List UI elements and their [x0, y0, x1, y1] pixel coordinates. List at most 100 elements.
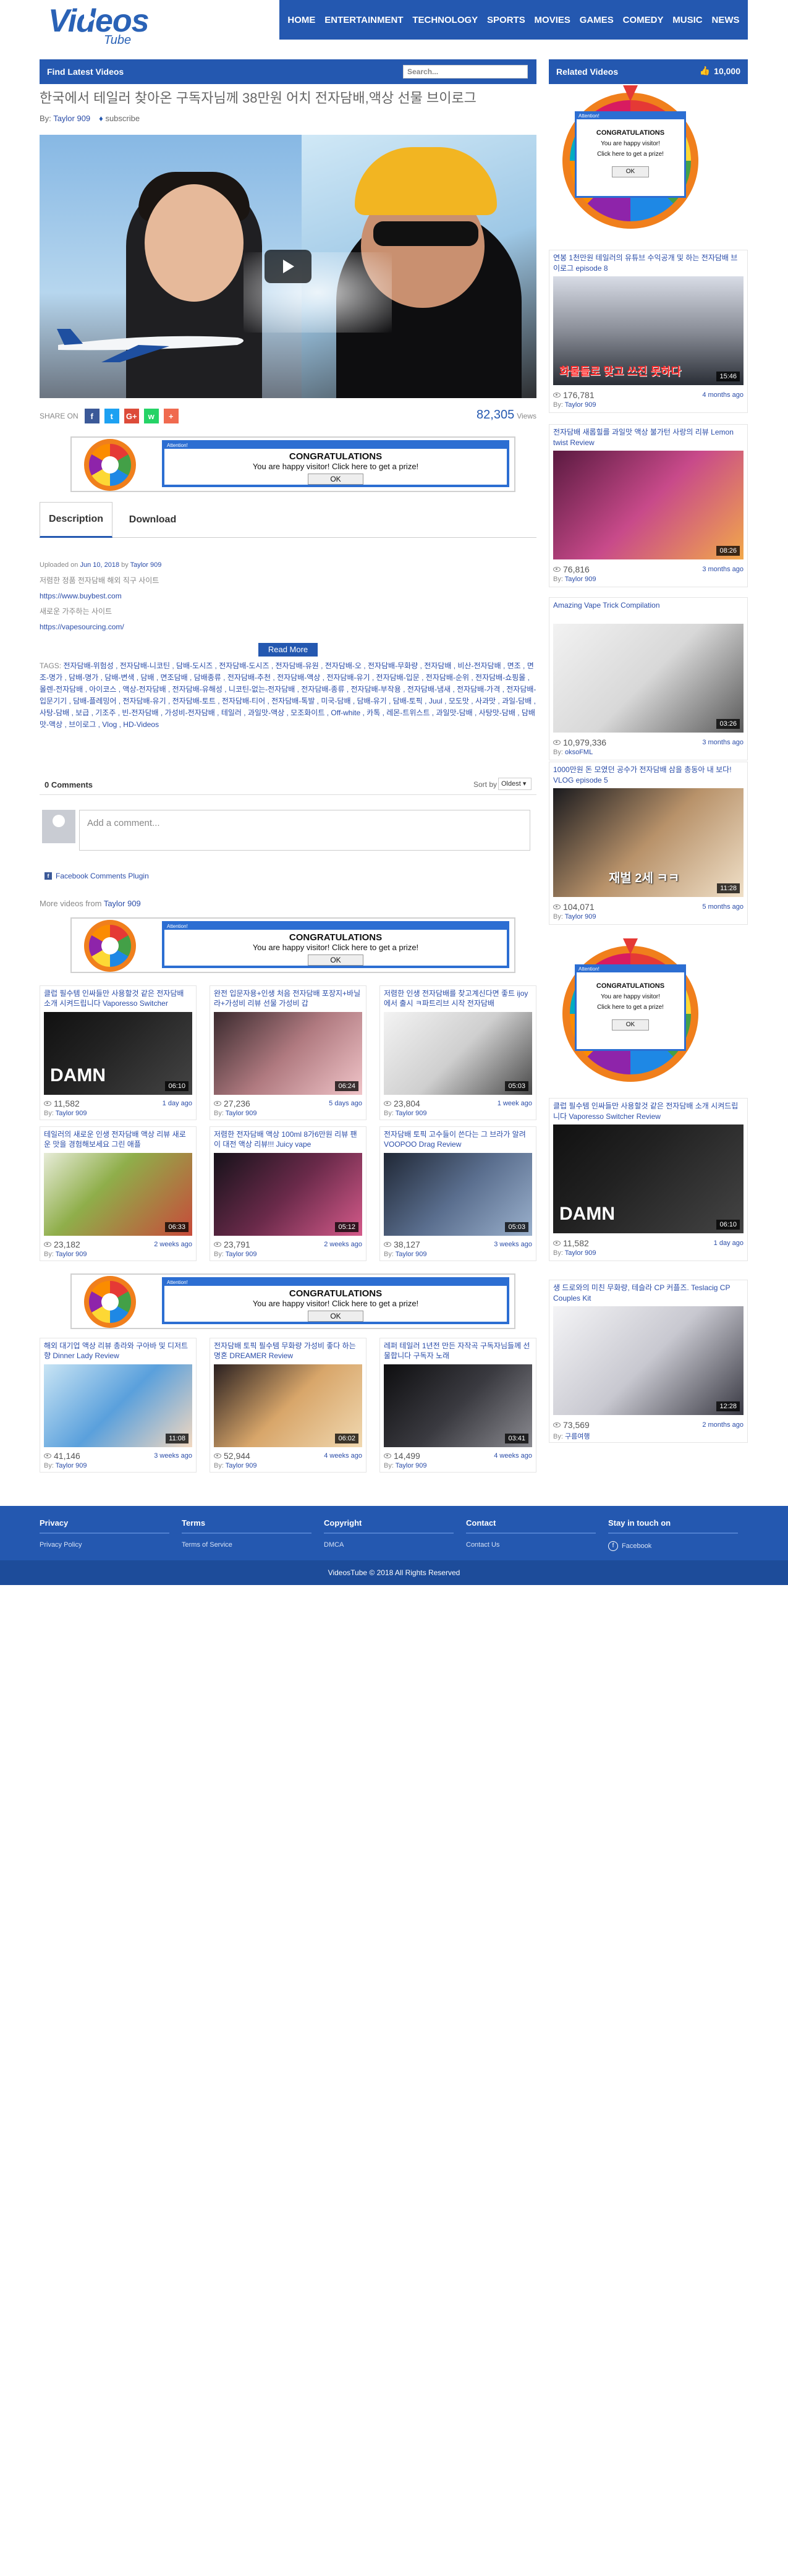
read-more-button[interactable]: Read More [258, 643, 318, 657]
sort-select[interactable]: Oldest ▾ [498, 778, 532, 790]
side-prize-ad[interactable]: Attention! CONGRATULATIONS You are happy v… [556, 85, 705, 235]
video-thumbnail[interactable]: 06:24 [214, 1012, 362, 1095]
ad-dialog[interactable]: Attention! CONGRATULATIONS You are happy v… [575, 111, 686, 198]
video-thumbnail[interactable]: 03:26 [553, 624, 744, 733]
nav-item-games[interactable]: GAMES [577, 15, 616, 25]
footer-link[interactable]: DMCA [324, 1541, 454, 1549]
video-author-link[interactable]: Taylor 909 [565, 1249, 596, 1257]
video-card[interactable]: 전자담배 토픽 필수템 무화량 가성비 좋다 하는 명혼 DREAMER Rev… [210, 1338, 366, 1473]
comment-input[interactable]: Add a comment... [79, 810, 530, 851]
video-author-link[interactable]: Taylor 909 [565, 913, 596, 920]
related-video-title[interactable]: 1000만원 돈 모였던 공수가 전자담배 삼을 총동아 내 보다! VLOG … [553, 765, 744, 786]
related-video-title[interactable]: 클럽 필수템 인싸들만 사용할것 같은 전자담배 소개 시켜드립니다 Vapor… [553, 1101, 744, 1122]
video-card-title[interactable]: 테일러의 새로운 인생 전자담배 액상 리뷰 새로운 맛을 경험해보세요 그린 … [44, 1129, 192, 1150]
video-card[interactable]: 클럽 필수템 인싸들만 사용할것 같은 전자담배 소개 시켜드립니다 Vapor… [40, 985, 197, 1120]
video-card[interactable]: 전자담배 토픽 고수들이 쓴다는 그 브라가 알려 VOOPOO Drag Re… [379, 1126, 536, 1261]
nav-item-comedy[interactable]: COMEDY [621, 15, 666, 25]
video-card[interactable]: 저렴한 전자담배 액상 100ml 8가6만원 리뷰 팬이 대전 액상 리뷰!!… [210, 1126, 366, 1261]
video-author-link[interactable]: Taylor 909 [396, 1251, 427, 1258]
side-prize-ad[interactable]: Attention! CONGRATULATIONS You are happy v… [556, 938, 705, 1088]
ad-dialog[interactable]: Attention! CONGRATULATIONS You are happy v… [162, 1277, 509, 1324]
video-thumbnail[interactable]: 11:08 [44, 1364, 192, 1447]
tags-text[interactable]: 전자담배-위험성 , 전자담배-니코틴 , 담배-도시즈 , 전자담배-도시즈 … [40, 661, 536, 729]
upload-date[interactable]: Jun 10, 2018 [80, 561, 119, 569]
video-thumbnail[interactable]: DAMN 06:10 [553, 1124, 744, 1233]
video-card-title[interactable]: 클럽 필수템 인싸들만 사용할것 같은 전자담배 소개 시켜드립니다 Vapor… [44, 988, 192, 1010]
footer-link[interactable]: Terms of Service [182, 1541, 311, 1549]
video-card-title[interactable]: 레퍼 테일러 1년전 만든 자작곡 구독자님들께 선물합니다 구독자 노래 [384, 1341, 532, 1362]
ad-ok-button[interactable]: OK [612, 166, 649, 177]
more-from-author[interactable]: Taylor 909 [104, 899, 141, 908]
video-author-link[interactable]: Taylor 909 [226, 1462, 257, 1469]
tab-description[interactable]: Description [40, 502, 112, 538]
site-logo[interactable]: Videos Tube [48, 2, 166, 47]
nav-item-home[interactable]: HOME [285, 15, 318, 25]
video-card[interactable]: 저렴한 인생 전자담배를 찾고계신다면 좋트 ijoy에서 출시 ㅋ파트리브 시… [379, 985, 536, 1120]
video-author-link[interactable]: Taylor 909 [396, 1110, 427, 1117]
video-author-link[interactable]: Taylor 909 [565, 401, 596, 409]
footer-link[interactable]: Contact Us [466, 1541, 596, 1549]
ad-dialog[interactable]: Attention! CONGRATULATIONS You are happy v… [162, 921, 509, 968]
twitter-share-icon[interactable]: t [104, 409, 119, 423]
video-thumbnail[interactable]: 03:41 [384, 1364, 532, 1447]
ad-ok-button[interactable]: OK [308, 954, 363, 966]
related-video-title[interactable]: 전자담배 새롭힐를 과일맛 액상 불가턴 사랑의 리뷰 Lemon twist … [553, 427, 744, 448]
nav-item-movies[interactable]: MOVIES [532, 15, 573, 25]
video-thumbnail[interactable]: 05:12 [214, 1153, 362, 1236]
video-thumbnail[interactable]: DAMN 06:10 [44, 1012, 192, 1095]
uploader-link[interactable]: Taylor 909 [130, 561, 162, 569]
footer-link[interactable]: f Facebook [608, 1541, 738, 1551]
prize-ad-banner[interactable]: Attention! CONGRATULATIONS You are happy v… [70, 1273, 515, 1329]
ad-dialog[interactable]: Attention! CONGRATULATIONS You are happy v… [162, 440, 509, 487]
related-video-card[interactable]: Amazing Vape Trick Compilation 03:26 10,97… [549, 597, 748, 760]
prize-wheel-icon[interactable] [84, 920, 136, 972]
prize-wheel-icon[interactable] [84, 439, 136, 491]
video-card-title[interactable]: 해외 대기업 액상 리뷰 총라와 구아바 및 디저트 향 Dinner Lady… [44, 1341, 192, 1362]
video-card[interactable]: 완전 입문자용+인생 처음 전자담배 포장지+바닐라+가성비 리뷰 선물 가성비… [210, 985, 366, 1120]
video-card-title[interactable]: 전자담배 토픽 필수템 무화량 가성비 좋다 하는 명혼 DREAMER Rev… [214, 1341, 362, 1362]
related-video-card[interactable]: 연봉 1천만원 테일러의 유튜브 수익공개 및 하는 전자담배 브이로그 epi… [549, 250, 748, 413]
ad-ok-button[interactable]: OK [612, 1019, 649, 1031]
search-input[interactable]: Search... [403, 65, 528, 79]
video-author-link[interactable]: oksoFML [565, 749, 593, 756]
nav-item-music[interactable]: MUSIC [670, 15, 705, 25]
facebook-comments-plugin[interactable]: f Facebook Comments Plugin [44, 872, 149, 880]
video-author-link[interactable]: Taylor 909 [396, 1462, 427, 1469]
nav-item-entertainment[interactable]: ENTERTAINMENT [322, 15, 405, 25]
nav-item-technology[interactable]: TECHNOLOGY [410, 15, 480, 25]
google-plus-share-icon[interactable]: G+ [124, 409, 139, 423]
related-video-card[interactable]: 클럽 필수템 인싸들만 사용할것 같은 전자담배 소개 시켜드립니다 Vapor… [549, 1098, 748, 1261]
video-author-link[interactable]: Taylor 909 [56, 1110, 87, 1117]
related-video-card[interactable]: 생 드로와의 미친 무화량, 테슬라 CP 커플즈. Teslacig CP C… [549, 1280, 748, 1443]
tags-list[interactable]: TAGS: 전자담배-위험성 , 전자담배-니코틴 , 담배-도시즈 , 전자담… [40, 660, 536, 731]
prize-ad-banner[interactable]: Attention! CONGRATULATIONS You are happy v… [70, 917, 515, 973]
video-author-link[interactable]: Taylor 909 [226, 1251, 257, 1258]
tab-download[interactable]: Download [119, 502, 187, 538]
prize-ad-banner[interactable]: Attention! CONGRATULATIONS You are happy v… [70, 436, 515, 492]
ad-dialog[interactable]: Attention! CONGRATULATIONS You are happy v… [575, 964, 686, 1051]
video-author-link[interactable]: Taylor 909 [226, 1110, 257, 1117]
video-author-link[interactable]: 구름여행 [565, 1433, 590, 1440]
subscriber-count[interactable]: 👍 10,000 [700, 66, 740, 76]
more-share-icon[interactable]: + [163, 409, 179, 423]
whatsapp-share-icon[interactable]: w [143, 409, 159, 423]
description-link-1[interactable]: https://www.buybest.com [40, 592, 122, 600]
video-thumbnail[interactable]: 06:33 [44, 1153, 192, 1236]
video-thumbnail[interactable]: 재벌 2세 ㅋㅋ 11:28 [553, 788, 744, 897]
related-video-title[interactable]: 생 드로와의 미친 무화량, 테슬라 CP 커플즈. Teslacig CP C… [553, 1283, 744, 1304]
related-video-title[interactable]: 연봉 1천만원 테일러의 유튜브 수익공개 및 하는 전자담배 브이로그 epi… [553, 253, 744, 274]
subscribe-link[interactable]: ♦ subscribe [99, 114, 140, 123]
video-thumbnail[interactable]: 06:02 [214, 1364, 362, 1447]
video-thumbnail[interactable]: 05:03 [384, 1153, 532, 1236]
description-link-2[interactable]: https://vapesourcing.com/ [40, 623, 124, 631]
ad-ok-button[interactable]: OK [308, 1311, 363, 1322]
author-link[interactable]: Taylor 909 [53, 114, 90, 123]
related-video-card[interactable]: 1000만원 돈 모였던 공수가 전자담배 삼을 총동아 내 보다! VLOG … [549, 762, 748, 925]
video-card-title[interactable]: 완전 입문자용+인생 처음 전자담배 포장지+바닐라+가성비 리뷰 선물 가성비… [214, 988, 362, 1010]
video-thumbnail[interactable]: 12:28 [553, 1306, 744, 1415]
facebook-share-icon[interactable]: f [84, 409, 100, 423]
video-card-title[interactable]: 전자담배 토픽 고수들이 쓴다는 그 브라가 알려 VOOPOO Drag Re… [384, 1129, 532, 1150]
video-author-link[interactable]: Taylor 909 [565, 576, 596, 583]
related-video-title[interactable]: Amazing Vape Trick Compilation [553, 600, 744, 611]
video-thumbnail[interactable]: 05:03 [384, 1012, 532, 1095]
